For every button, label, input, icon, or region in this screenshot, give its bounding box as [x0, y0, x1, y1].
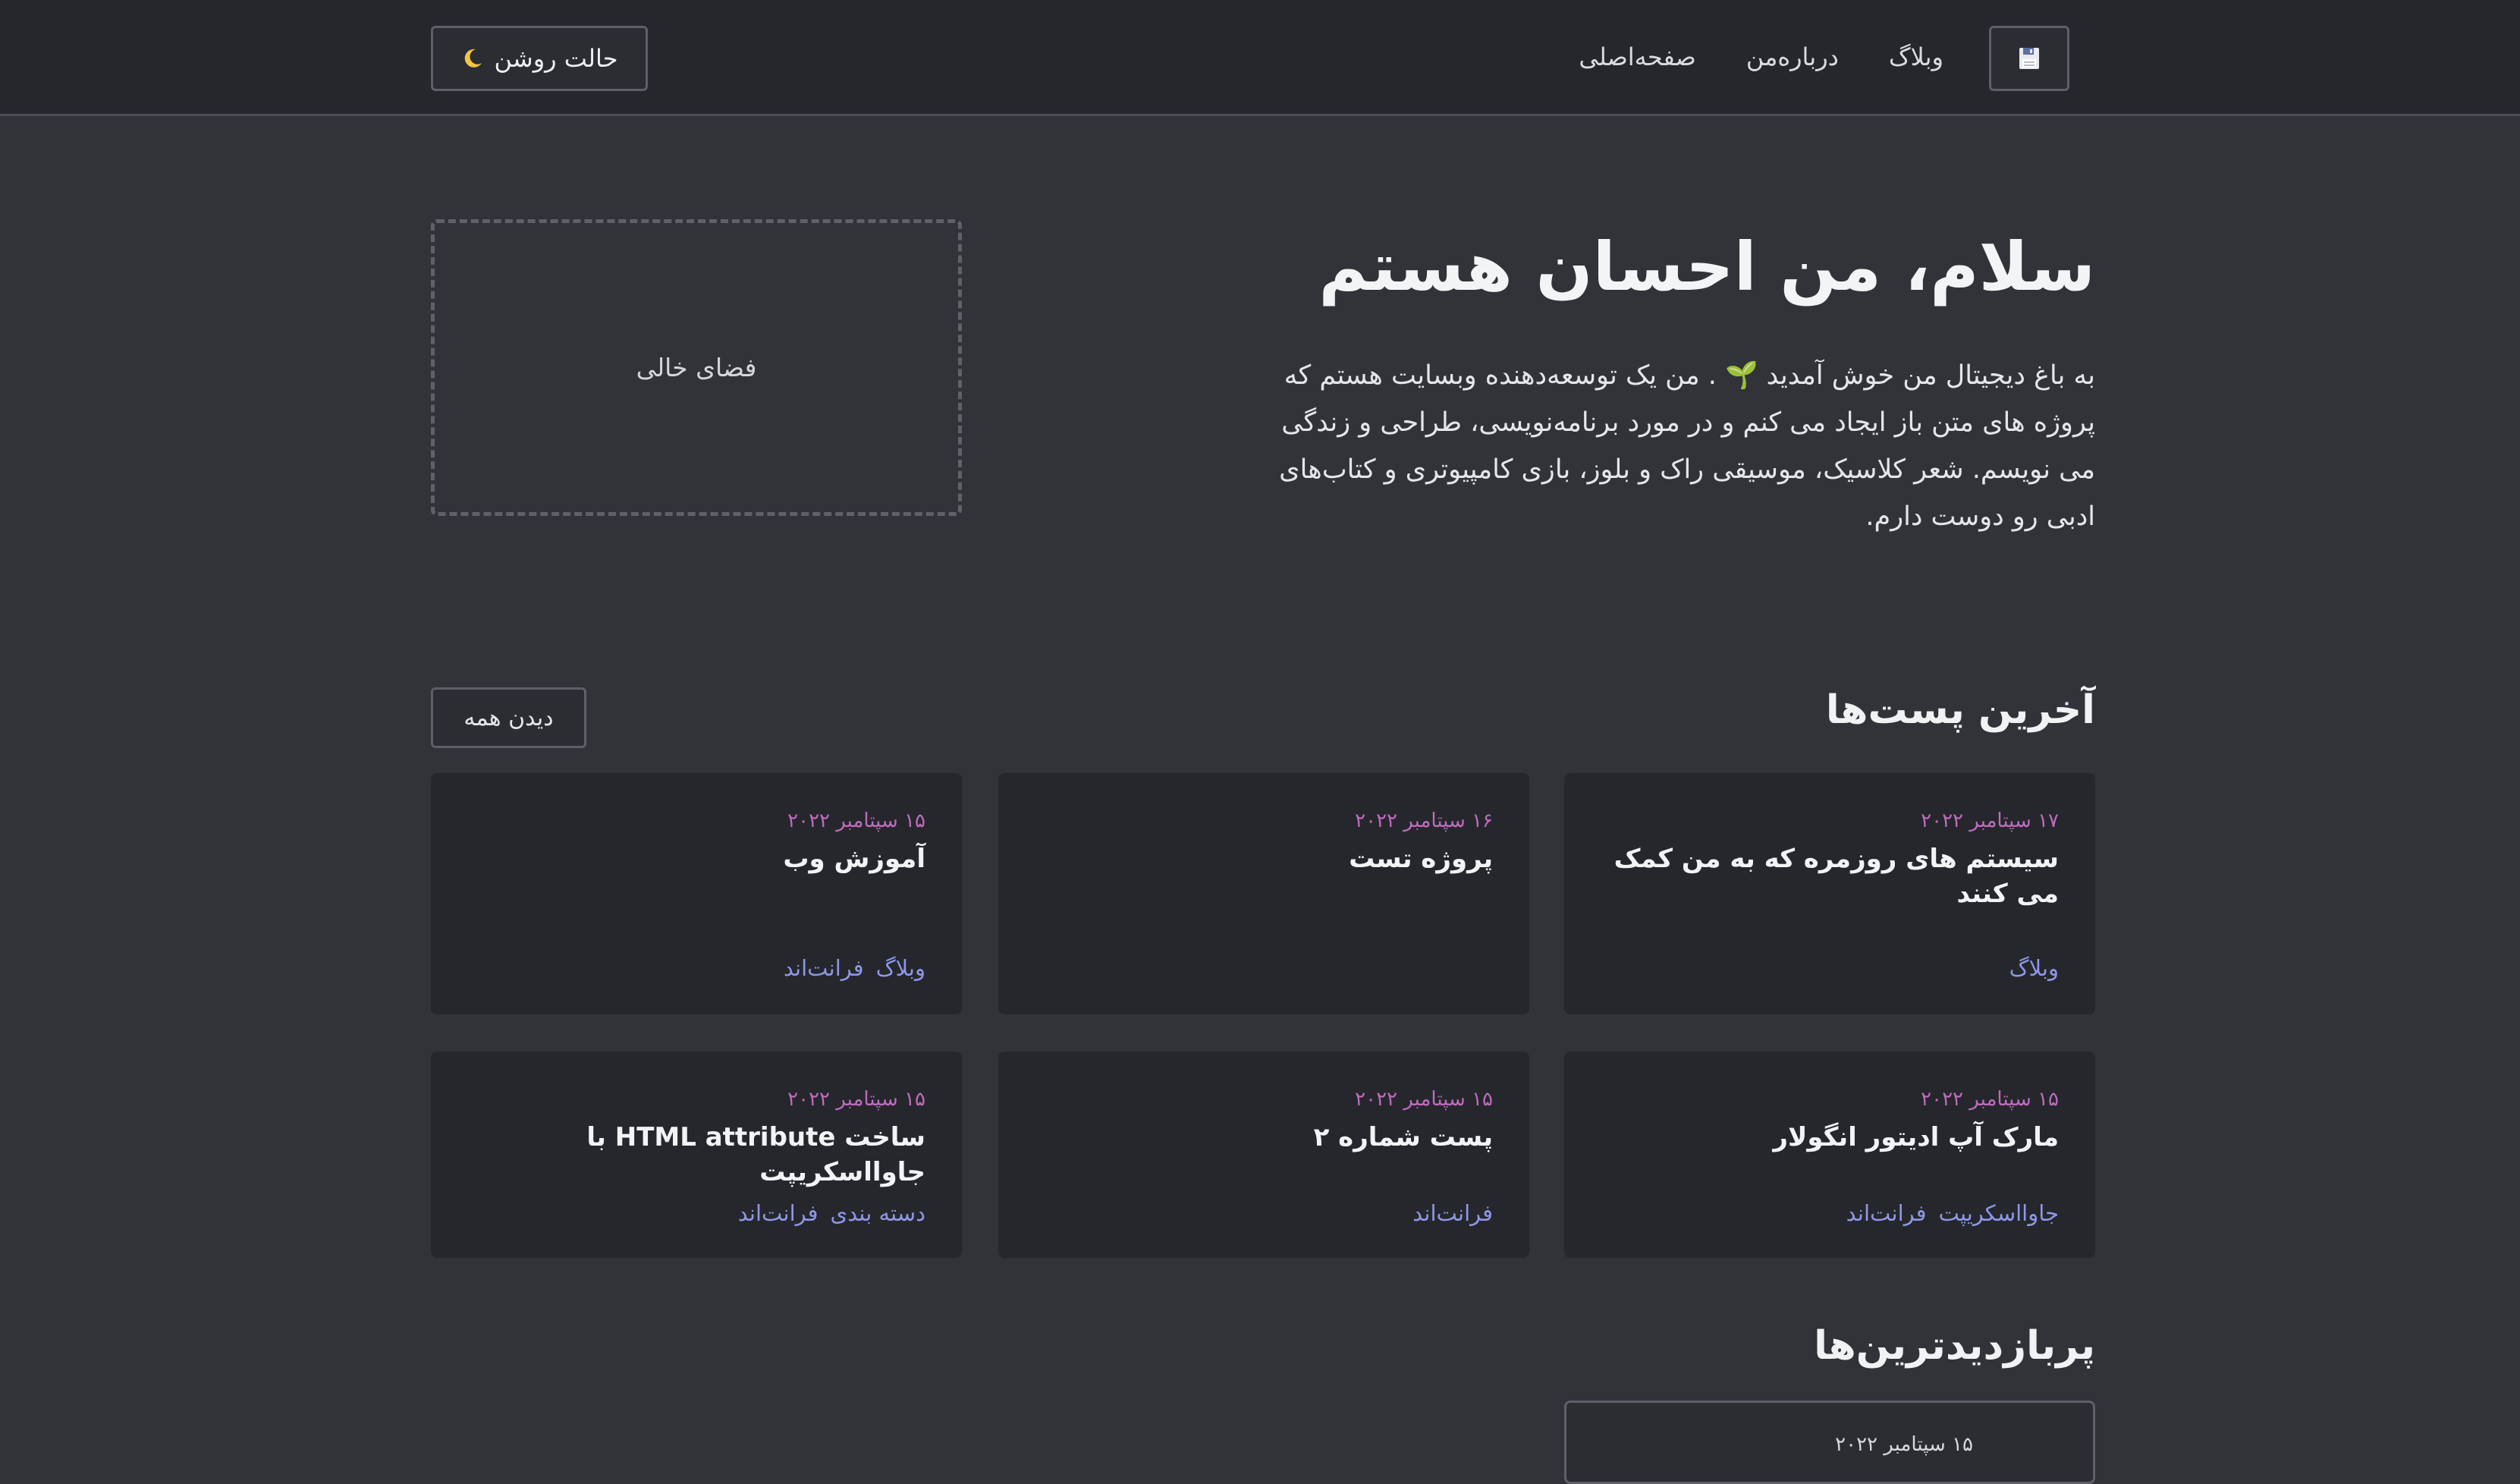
post-tag[interactable]: وبلاگ [2009, 955, 2059, 981]
placeholder-label: فضای خالی [636, 353, 757, 382]
post-tags: وبلاگ فرانت‌اند [784, 955, 925, 981]
nav-home[interactable]: صفحه‌اصلی [1579, 42, 1696, 71]
post-title[interactable]: آموزش وب [467, 841, 925, 876]
nav-about[interactable]: درباره‌من [1746, 42, 1839, 71]
post-title[interactable]: پست شماره ۲ [1035, 1120, 1493, 1155]
floppy-disk-icon [2019, 48, 2039, 69]
post-date: ۱۵ سپتامبر ۲۰۲۲ [787, 1088, 925, 1111]
post-card[interactable]: ۱۶ سپتامبر ۲۰۲۲ پروژه تست [998, 773, 1529, 1014]
post-tags: فرانت‌اند [1412, 1200, 1493, 1226]
image-placeholder: فضای خالی [431, 219, 962, 516]
post-tags: وبلاگ [2009, 955, 2059, 981]
post-tag[interactable]: جاوااسکریپت [1939, 1200, 2060, 1226]
post-tag[interactable]: وبلاگ [876, 955, 925, 981]
theme-toggle-button[interactable]: حالت روشن [431, 26, 648, 91]
post-title[interactable]: ساخت HTML attribute با جاوااسکریپت [467, 1120, 925, 1190]
theme-toggle-label: حالت روشن [494, 44, 618, 73]
post-title[interactable]: پروژه تست [1035, 841, 1493, 876]
post-tags: جاوااسکریپت فرانت‌اند [1846, 1200, 2059, 1226]
crescent-moon-icon [464, 49, 482, 68]
post-date: ۱۵ سپتامبر ۲۰۲۲ [1921, 1088, 2059, 1111]
post-tags: دسته بندی فرانت‌اند [738, 1200, 925, 1226]
post-tag[interactable]: فرانت‌اند [738, 1200, 819, 1226]
post-card[interactable]: ۱۵ سپتامبر ۲۰۲۲ پست شماره ۲ فرانت‌اند [998, 1052, 1529, 1258]
post-card[interactable]: ۱۵ سپتامبر ۲۰۲۲ ساخت HTML attribute با ج… [431, 1052, 962, 1258]
popular-post-date: ۱۵ سپتامبر ۲۰۲۲ [1835, 1433, 1973, 1456]
nav-blog[interactable]: وبلاگ [1889, 42, 1943, 71]
popular-posts-title: پربازدیدترین‌ها [1814, 1323, 2095, 1369]
post-date: ۱۵ سپتامبر ۲۰۲۲ [1355, 1088, 1493, 1111]
post-date: ۱۶ سپتامبر ۲۰۲۲ [1355, 810, 1493, 832]
post-card[interactable]: ۱۷ سپتامبر ۲۰۲۲ سیستم های روزمره که به م… [1564, 773, 2095, 1014]
post-tag[interactable]: فرانت‌اند [1412, 1200, 1493, 1226]
post-tag[interactable]: فرانت‌اند [1846, 1200, 1927, 1226]
site-header: حالت روشن صفحه‌اصلی درباره‌من وبلاگ [0, 0, 2520, 116]
post-title[interactable]: سیستم های روزمره که به من کمک می کنند [1601, 841, 2059, 911]
post-card[interactable]: ۱۵ سپتامبر ۲۰۲۲ آموزش وب وبلاگ فرانت‌اند [431, 773, 962, 1014]
post-card[interactable]: ۱۵ سپتامبر ۲۰۲۲ مارک آپ ادیتور انگولار ج… [1564, 1052, 2095, 1258]
latest-posts-title: آخرین پست‌ها [1825, 687, 2095, 733]
hero-description: به باغ دیجیتال من خوش آمدید 🌱 . من یک تو… [1279, 360, 2095, 532]
post-tag[interactable]: فرانت‌اند [784, 955, 864, 981]
main-nav: صفحه‌اصلی درباره‌من وبلاگ [1579, 0, 1943, 114]
post-title[interactable]: مارک آپ ادیتور انگولار [1601, 1120, 2059, 1155]
post-date: ۱۵ سپتامبر ۲۰۲۲ [787, 810, 925, 832]
post-tag[interactable]: دسته بندی [831, 1200, 925, 1226]
popular-post-card[interactable]: ۱۵ سپتامبر ۲۰۲۲ [1564, 1401, 2095, 1484]
see-all-button[interactable]: دیدن همه [431, 687, 586, 748]
hero-title: سلام، من احسان هستم [1318, 228, 2095, 306]
post-date: ۱۷ سپتامبر ۲۰۲۲ [1921, 810, 2059, 832]
logo-button[interactable] [1989, 26, 2069, 91]
